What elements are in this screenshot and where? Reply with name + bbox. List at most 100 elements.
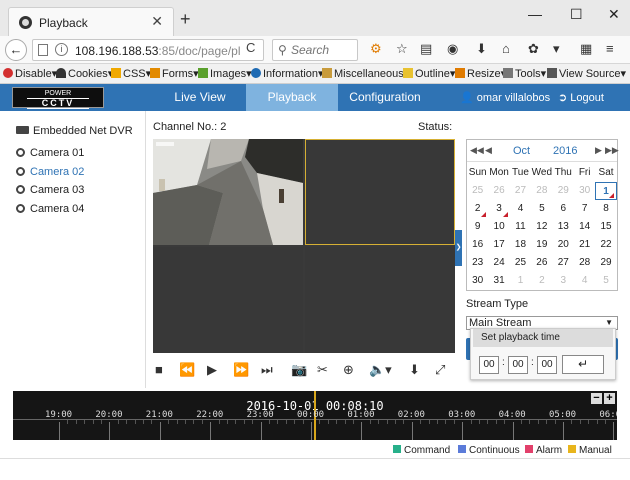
user-menu[interactable]: 👤 omar villalobos [460,91,550,104]
calendar-day[interactable]: 25 [467,182,488,200]
next-month-icon[interactable]: ▶ [595,145,602,156]
timeline-bar[interactable]: 2016-10-01 00:08:10 − + 19:00 20:00 21:00 2… [13,391,617,440]
panel-collapse-handle[interactable]: ❯ [455,230,462,266]
nav-configuration[interactable]: Configuration [338,84,432,111]
toolbar-cookies[interactable]: Cookies▾ [56,67,113,80]
toolbar-outline[interactable]: Outline▾ [403,67,455,80]
calendar-day[interactable]: 23 [467,254,488,272]
calendar-day[interactable]: 26 [531,254,552,272]
pocket-icon[interactable]: ◉ [447,41,458,57]
fast-icon[interactable]: ⏩ [233,362,249,378]
calendar-day[interactable]: 17 [488,236,509,254]
prev-year-icon[interactable]: ◀◀ [470,145,484,156]
dvr-node[interactable]: Embedded Net DVR [16,125,133,137]
reload-icon[interactable]: C [246,40,255,55]
video-window-1[interactable] [153,139,303,245]
toolbar-information[interactable]: Information▾ [251,67,324,80]
calendar-month[interactable]: Oct [513,145,530,157]
snapshot-icon[interactable]: 📷 [291,362,307,378]
download-icon[interactable]: ⬇ [409,362,420,378]
back-arrow-icon[interactable]: ← [5,39,27,61]
clip-icon[interactable]: ✂ [317,362,328,378]
calendar-day[interactable]: 28 [531,182,552,200]
calendar-day[interactable]: 19 [531,236,552,254]
video-window-2[interactable] [305,139,455,245]
menu-icon[interactable]: ≡ [606,41,614,56]
calendar-day[interactable]: 28 [574,254,595,272]
calendar-day[interactable]: 1 [595,182,617,200]
calendar-day[interactable]: 15 [595,218,616,236]
toolbar-css[interactable]: CSS▾ [111,67,151,80]
bookmark-star-icon[interactable]: ☆ [396,41,408,57]
video-window-3[interactable] [153,247,303,353]
calendar-day[interactable]: 12 [531,218,552,236]
calendar-day[interactable]: 2 [467,200,488,218]
close-tab-icon[interactable]: ✕ [151,13,163,30]
search-input[interactable] [291,42,355,58]
calendar-day[interactable]: 6 [553,200,574,218]
toolbar-view-source[interactable]: View Source▾ [547,67,626,80]
toolbar-disable[interactable]: Disable▾ [3,67,57,80]
slow-icon[interactable]: ⏪ [179,362,195,378]
toolbar-miscellaneous[interactable]: Miscellaneous▾ [322,67,409,80]
shield-icon[interactable]: ▦ [580,41,592,57]
reading-list-icon[interactable]: ▤ [420,41,432,57]
download-icon[interactable]: ⬇ [476,41,487,57]
zoom-icon[interactable]: ⊕ [343,362,354,378]
toolbar-tools[interactable]: Tools▾ [503,67,546,80]
calendar-day[interactable]: 13 [553,218,574,236]
calendar-day[interactable]: 8 [595,200,616,218]
window-close-icon[interactable]: ✕ [608,6,620,23]
single-frame-icon[interactable]: ⏭ [261,362,273,378]
calendar-day[interactable]: 25 [510,254,531,272]
calendar-day[interactable]: 3 [488,200,509,218]
play-icon[interactable]: ▶ [207,362,217,378]
calendar-day[interactable]: 4 [510,200,531,218]
second-field[interactable]: 00 [537,356,557,374]
volume-icon[interactable]: 🔈▾ [369,362,392,378]
zoom-out-icon[interactable]: − [591,393,602,404]
toolbar-forms[interactable]: Forms▾ [150,67,199,80]
calendar-day[interactable]: 27 [553,254,574,272]
calendar-day[interactable]: 9 [467,218,488,236]
camera-item-03[interactable]: Camera 03 [16,184,84,196]
minute-field[interactable]: 00 [508,356,528,374]
url-bar[interactable]: i 108.196.188.53:85/doc/page/pl [32,39,264,61]
logout-button[interactable]: ➲ Logout [558,91,604,104]
camera-item-01[interactable]: Camera 01 [16,147,84,159]
nav-live-view[interactable]: Live View [154,84,246,111]
url-text[interactable]: 108.196.188.53:85/doc/page/pl [75,44,243,58]
calendar-day[interactable]: 7 [574,200,595,218]
calendar-day[interactable]: 21 [574,236,595,254]
new-tab-icon[interactable]: + [180,9,191,30]
calendar-day[interactable]: 3 [553,272,574,290]
calendar-day[interactable]: 5 [531,200,552,218]
calendar-day[interactable]: 29 [595,254,616,272]
fullscreen-icon[interactable]: ⤢ [435,362,445,378]
calendar-day[interactable]: 30 [467,272,488,290]
toolbar-images[interactable]: Images▾ [198,67,252,80]
zoom-in-icon[interactable]: + [604,393,615,404]
confirm-time-button[interactable]: ↵ [562,355,604,374]
home-icon[interactable]: ⌂ [502,41,510,56]
calendar-day[interactable]: 1 [510,272,531,290]
nav-playback[interactable]: Playback [246,84,338,111]
calendar-day[interactable]: 14 [574,218,595,236]
extension-icon[interactable]: ⚙ [370,41,382,57]
stop-icon[interactable]: ■ [155,362,163,377]
info-icon[interactable]: i [55,43,68,56]
calendar-day[interactable]: 10 [488,218,509,236]
minimize-icon[interactable]: — [528,6,542,22]
calendar-day[interactable]: 5 [595,272,616,290]
calendar-day[interactable]: 20 [553,236,574,254]
calendar-year[interactable]: 2016 [553,145,577,157]
calendar-day[interactable]: 22 [595,236,616,254]
search-box[interactable]: ⚲ [272,39,358,61]
calendar-day[interactable]: 4 [574,272,595,290]
next-year-icon[interactable]: ▶▶ [605,145,619,156]
overflow-chevron-icon[interactable]: ▾ [553,41,560,57]
calendar-day[interactable]: 27 [510,182,531,200]
browser-tab[interactable]: Playback ✕ [8,7,174,36]
video-window-4[interactable] [305,247,455,353]
prev-month-icon[interactable]: ◀ [485,145,492,156]
